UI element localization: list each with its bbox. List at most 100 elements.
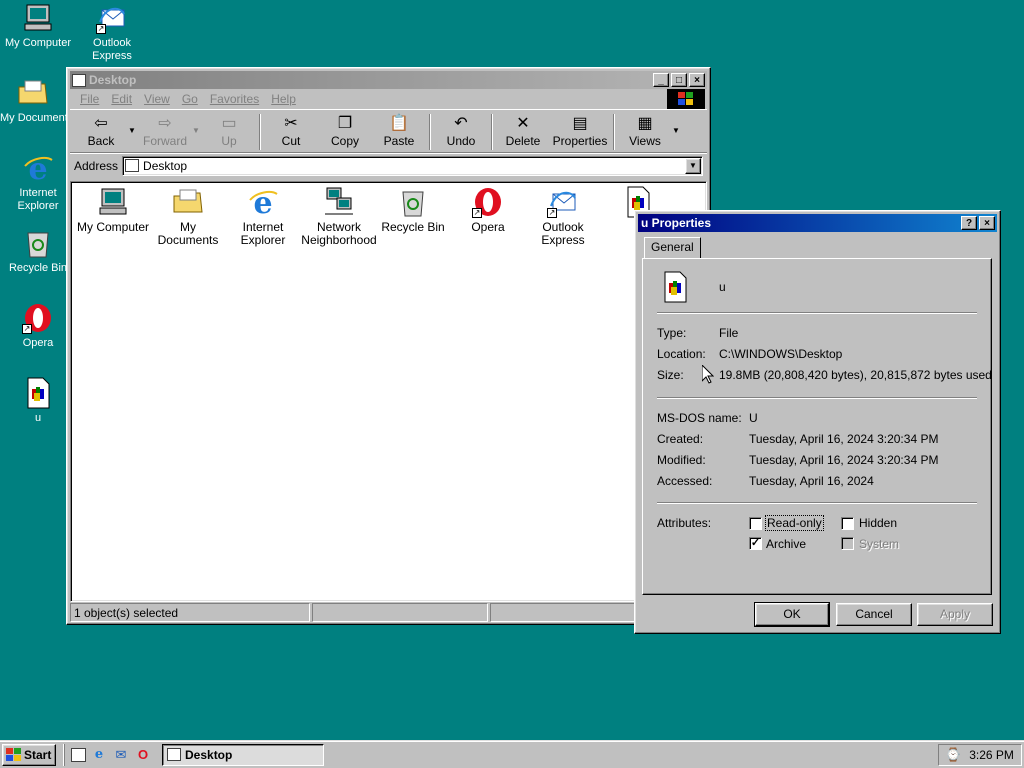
menu-go[interactable]: Go xyxy=(176,92,204,106)
minimize-button[interactable]: _ xyxy=(653,73,669,87)
scissors-icon: ✂ xyxy=(284,115,298,132)
file-item-my-computer[interactable]: My Computer xyxy=(75,186,151,234)
menu-file[interactable]: File xyxy=(74,92,105,106)
menu-edit[interactable]: Edit xyxy=(105,92,138,106)
system-label[interactable]: System xyxy=(859,537,899,551)
opera-icon: ↗ xyxy=(22,302,54,334)
accessed-value: Tuesday, April 16, 2024 xyxy=(749,474,874,488)
hidden-checkbox[interactable] xyxy=(841,517,854,530)
archive-label[interactable]: Archive xyxy=(766,537,806,551)
my-computer-icon xyxy=(97,186,129,218)
dialog-title: u Properties xyxy=(641,216,712,230)
clipboard-icon: 📋 xyxy=(389,115,409,132)
close-button[interactable]: × xyxy=(979,216,995,230)
opera-icon: ↗ xyxy=(472,186,504,218)
close-button[interactable]: × xyxy=(689,73,705,87)
created-label: Created: xyxy=(657,432,704,446)
forward-button[interactable]: ⇨ Forward xyxy=(138,112,192,152)
delete-x-icon: ✕ xyxy=(516,115,530,132)
system-checkbox[interactable] xyxy=(841,537,854,550)
file-item-recycle-bin[interactable]: Recycle Bin xyxy=(375,186,451,234)
status-bar: 1 object(s) selected xyxy=(70,603,707,622)
desktop-icon-label: Outlook Express xyxy=(92,37,132,62)
forward-arrow-icon: ⇨ xyxy=(158,115,172,132)
address-label: Address xyxy=(74,158,119,173)
clock[interactable]: 3:26 PM xyxy=(969,748,1014,762)
desktop-icon-opera[interactable]: ↗ Opera xyxy=(0,302,76,350)
cancel-button[interactable]: Cancel xyxy=(836,603,912,626)
taskbar: Start e ✉ O Desktop ⌚ 3:26 PM xyxy=(0,740,1024,768)
back-dropdown-icon[interactable]: ▼ xyxy=(128,112,138,135)
desktop-icon-recycle-bin[interactable]: Recycle Bin xyxy=(0,227,76,275)
views-button[interactable]: ▦ Views xyxy=(618,112,672,152)
size-value: 19.8MB (20,808,420 bytes), 20,815,872 by… xyxy=(719,368,992,382)
file-item-opera[interactable]: ↗ Opera xyxy=(450,186,526,234)
back-button[interactable]: ⇦ Back xyxy=(74,112,128,152)
desktop-icon-u[interactable]: u xyxy=(0,377,76,425)
help-button[interactable]: ? xyxy=(961,216,977,230)
opera-icon[interactable]: O xyxy=(134,746,152,764)
outlook-express-icon: ↗ xyxy=(96,2,128,34)
apply-button[interactable]: Apply xyxy=(917,603,993,626)
ok-button[interactable]: OK xyxy=(754,602,830,627)
desktop-icon-internet-explorer[interactable]: e Internet Explorer xyxy=(0,152,76,213)
tab-general[interactable]: General xyxy=(644,237,701,259)
undo-button[interactable]: ↶ Undo xyxy=(434,112,488,152)
copy-button[interactable]: ❐ Copy xyxy=(318,112,372,152)
desktop-icon-label: Recycle Bin xyxy=(8,262,68,274)
file-item-network-neighborhood[interactable]: Network Neighborhood xyxy=(300,186,378,247)
scheduler-icon[interactable]: ⌚ xyxy=(945,747,961,763)
location-label: Location: xyxy=(657,347,706,361)
modified-label: Modified: xyxy=(657,453,706,467)
shortcut-arrow-icon: ↗ xyxy=(472,208,482,218)
window-title: Desktop xyxy=(89,73,137,87)
desktop-icon-label: My Computer xyxy=(4,37,72,49)
readonly-label[interactable]: Read-only xyxy=(765,515,824,531)
menu-favorites[interactable]: Favorites xyxy=(204,92,265,106)
copy-icon: ❐ xyxy=(337,115,353,132)
file-view[interactable]: My Computer My Documents e Internet Expl… xyxy=(70,181,707,602)
properties-titlebar[interactable]: u Properties ? × xyxy=(638,214,997,232)
address-dropdown-icon[interactable]: ▼ xyxy=(685,157,701,174)
address-input[interactable]: Desktop ▼ xyxy=(122,155,703,176)
archive-checkbox[interactable]: ✓ xyxy=(749,537,762,550)
forward-dropdown-icon[interactable]: ▼ xyxy=(192,112,202,135)
internet-explorer-icon[interactable]: e xyxy=(90,746,108,764)
views-dropdown-icon[interactable]: ▼ xyxy=(672,112,682,135)
internet-explorer-icon: e xyxy=(22,152,54,184)
properties-button[interactable]: ▤ Properties xyxy=(550,112,610,152)
folder-icon xyxy=(72,73,86,87)
desktop-icon-my-documents[interactable]: My Documents xyxy=(0,77,66,125)
desktop-icon-label: Opera xyxy=(22,337,54,349)
delete-button[interactable]: ✕ Delete xyxy=(496,112,550,152)
paste-button[interactable]: 📋 Paste xyxy=(372,112,426,152)
desktop-icon-my-computer[interactable]: My Computer xyxy=(0,2,76,50)
properties-dialog: u Properties ? × General u Type: File Lo… xyxy=(634,210,1001,634)
system-tray: ⌚ 3:26 PM xyxy=(938,743,1022,766)
up-folder-icon: ▭ xyxy=(221,115,237,132)
toolbar-separator xyxy=(613,114,615,150)
taskbar-desktop-button[interactable]: Desktop xyxy=(162,743,324,766)
explorer-titlebar[interactable]: Desktop _ □ × xyxy=(70,71,707,89)
readonly-checkbox[interactable] xyxy=(749,517,762,530)
internet-explorer-icon: e xyxy=(247,186,279,218)
accessed-label: Accessed: xyxy=(657,474,713,488)
start-button[interactable]: Start xyxy=(2,743,56,766)
maximize-button[interactable]: □ xyxy=(671,73,687,87)
show-desktop-icon[interactable] xyxy=(71,747,86,762)
up-button[interactable]: ▭ Up xyxy=(202,112,256,152)
recycle-bin-icon xyxy=(397,186,429,218)
file-item-internet-explorer[interactable]: e Internet Explorer xyxy=(225,186,301,247)
file-item-outlook-express[interactable]: ↗ Outlook Express xyxy=(525,186,601,247)
outlook-express-icon[interactable]: ✉ xyxy=(112,746,130,764)
menu-help[interactable]: Help xyxy=(265,92,302,106)
hidden-label[interactable]: Hidden xyxy=(859,516,897,530)
toolbar-separator xyxy=(259,114,261,150)
file-item-my-documents[interactable]: My Documents xyxy=(150,186,226,247)
location-value: C:\WINDOWS\Desktop xyxy=(719,347,843,361)
mouse-cursor-icon xyxy=(701,363,715,384)
desktop-icon-label: Internet Explorer xyxy=(17,187,59,212)
cut-button[interactable]: ✂ Cut xyxy=(264,112,318,152)
desktop-icon-outlook-express[interactable]: ↗ Outlook Express xyxy=(74,2,150,63)
menu-view[interactable]: View xyxy=(138,92,176,106)
